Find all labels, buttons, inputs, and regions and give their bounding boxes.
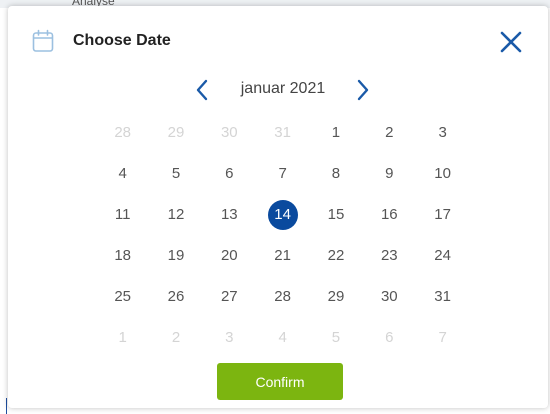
calendar-day-outside-month: 3: [203, 317, 256, 358]
calendar-day[interactable]: 21: [256, 235, 309, 276]
calendar-day-label: 20: [220, 247, 238, 264]
dialog-title: Choose Date: [73, 32, 171, 49]
calendar-day-outside-month: 1: [96, 317, 149, 358]
calendar-day-label: 27: [220, 288, 238, 305]
calendar-day-label: 12: [167, 206, 185, 223]
calendar-day-label: 5: [171, 165, 181, 182]
date-picker-dialog: Choose Date januar 2021 28 29 30 31 1 2 3 4 5 6 7 8…: [8, 6, 548, 408]
calendar-day-outside-month: 6: [363, 317, 416, 358]
calendar-day[interactable]: 4: [96, 153, 149, 194]
calendar-day-outside-month: 28: [96, 112, 149, 153]
calendar-day[interactable]: 25: [96, 276, 149, 317]
calendar-day[interactable]: 18: [96, 235, 149, 276]
calendar-day[interactable]: 28: [256, 276, 309, 317]
calendar-day-outside-month: 2: [149, 317, 202, 358]
calendar-day-outside-month: 29: [149, 112, 202, 153]
calendar-day[interactable]: 11: [96, 194, 149, 235]
calendar-day[interactable]: 6: [203, 153, 256, 194]
calendar-day-label: 31: [434, 288, 451, 305]
calendar-day-label: 7: [438, 329, 447, 346]
calendar-day[interactable]: 19: [149, 235, 202, 276]
calendar-day-label: 6: [385, 329, 394, 346]
calendar-day-label: 13: [220, 206, 238, 223]
calendar-day[interactable]: 9: [363, 153, 416, 194]
calendar-day-label: 14: [267, 199, 298, 230]
calendar-day-label: 6: [225, 165, 234, 182]
calendar-day-label: 29: [167, 124, 185, 141]
calendar-day-outside-month: 5: [309, 317, 362, 358]
calendar-day-label: 25: [114, 288, 131, 305]
calendar-day-label: 2: [171, 329, 181, 346]
calendar-day-label: 8: [331, 165, 341, 182]
chevron-left-icon[interactable]: [193, 78, 211, 102]
calendar-day[interactable]: 16: [363, 194, 416, 235]
calendar-day-label: 30: [380, 288, 398, 305]
calendar-day-label: 29: [327, 288, 345, 305]
calendar-day-label: 24: [434, 247, 451, 264]
calendar-day[interactable]: 8: [309, 153, 362, 194]
calendar-day-label: 4: [278, 329, 287, 346]
dialog-header: Choose Date: [8, 6, 548, 76]
calendar-day-label: 30: [220, 124, 238, 141]
calendar-day[interactable]: 22: [309, 235, 362, 276]
calendar-day-label: 2: [385, 124, 394, 141]
calendar-day-label: 1: [331, 124, 341, 141]
calendar-day[interactable]: 5: [149, 153, 202, 194]
calendar-day[interactable]: 27: [203, 276, 256, 317]
calendar-day-label: 28: [274, 288, 291, 305]
calendar-day-label: 3: [438, 124, 447, 141]
calendar-day[interactable]: 20: [203, 235, 256, 276]
calendar-day[interactable]: 15: [309, 194, 362, 235]
calendar-day-label: 4: [118, 165, 127, 182]
calendar-day[interactable]: 17: [416, 194, 469, 235]
calendar-day-label: 23: [380, 247, 398, 264]
calendar-day[interactable]: 26: [149, 276, 202, 317]
confirm-button[interactable]: Confirm: [217, 363, 343, 400]
calendar-day[interactable]: 23: [363, 235, 416, 276]
calendar-day-label: 18: [114, 247, 131, 264]
calendar-day-label: 3: [225, 329, 234, 346]
calendar-day[interactable]: 1: [309, 112, 362, 153]
month-navigation: januar 2021: [8, 76, 548, 108]
calendar-day[interactable]: 3: [416, 112, 469, 153]
calendar-day-label: 17: [434, 206, 451, 223]
calendar-day-outside-month: 4: [256, 317, 309, 358]
calendar-day-label: 1: [118, 329, 127, 346]
month-label: januar 2021: [240, 80, 326, 97]
calendar-day[interactable]: 29: [309, 276, 362, 317]
calendar-day-label: 15: [327, 206, 345, 223]
calendar-day-label: 19: [167, 247, 185, 264]
calendar-day-label: 22: [327, 247, 345, 264]
calendar-day-outside-month: 7: [416, 317, 469, 358]
calendar-day[interactable]: 10: [416, 153, 469, 194]
calendar-day-label: 26: [167, 288, 185, 305]
background-divider: [6, 398, 7, 414]
calendar-day[interactable]: 12: [149, 194, 202, 235]
calendar-day[interactable]: 31: [416, 276, 469, 317]
calendar-day-selected[interactable]: 14: [256, 194, 309, 235]
calendar-day-label: 31: [274, 124, 291, 141]
calendar-icon: [32, 29, 54, 52]
calendar-grid: 28 29 30 31 1 2 3 4 5 6 7 8 9 10 11 12 13 14 15 16 17 18 19 20 2…: [96, 112, 469, 358]
calendar-day-label: 21: [274, 247, 291, 264]
calendar-day[interactable]: 2: [363, 112, 416, 153]
calendar-day-outside-month: 30: [203, 112, 256, 153]
chevron-right-icon[interactable]: [354, 78, 372, 102]
calendar-day[interactable]: 7: [256, 153, 309, 194]
calendar-day-label: 5: [331, 329, 341, 346]
calendar-day[interactable]: 30: [363, 276, 416, 317]
calendar-day-label: 10: [434, 165, 451, 182]
close-icon[interactable]: [498, 29, 524, 55]
calendar-day[interactable]: 24: [416, 235, 469, 276]
calendar-day[interactable]: 13: [203, 194, 256, 235]
calendar-day-outside-month: 31: [256, 112, 309, 153]
calendar-day-label: 28: [114, 124, 131, 141]
calendar-day-label: 16: [380, 206, 398, 223]
calendar-day-label: 9: [385, 165, 394, 182]
calendar-day-label: 7: [278, 165, 287, 182]
calendar-day-label: 11: [114, 206, 131, 223]
